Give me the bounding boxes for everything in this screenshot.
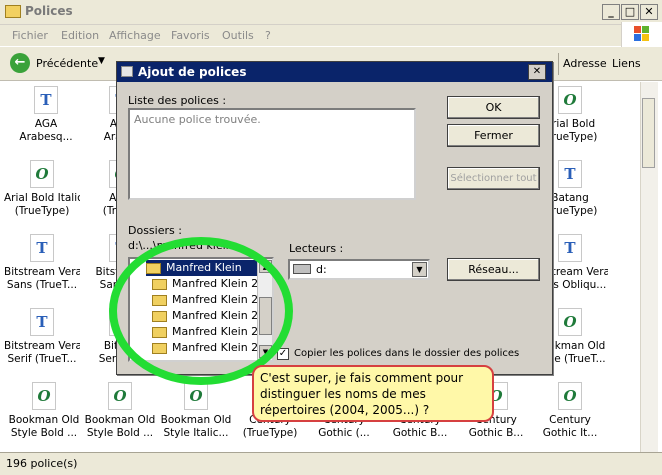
- menu-outils[interactable]: Outils: [222, 29, 254, 42]
- font-file-label: Arial Bold Italic (TrueType): [4, 192, 80, 217]
- font-file-item[interactable]: T AGA Arabesq...: [8, 86, 84, 144]
- opentype-font-icon: O: [32, 382, 56, 410]
- dialog-title-bar: Ajout de polices ✕: [117, 62, 552, 82]
- folders-label: Dossiers :: [128, 224, 182, 237]
- menu-bar: Fichier Edition Affichage Favoris Outils…: [0, 25, 662, 46]
- network-button[interactable]: Réseau...: [447, 258, 540, 281]
- folder-tree-thumb[interactable]: [259, 297, 272, 335]
- callout-note: C'est super, je fais comment pour distin…: [252, 365, 494, 422]
- folder-item[interactable]: Manfred Klein 200: [152, 324, 272, 340]
- copy-fonts-label: Copier les polices dans le dossier des p…: [294, 348, 520, 359]
- folder-icon: [152, 342, 167, 354]
- menu-fichier[interactable]: Fichier: [12, 29, 48, 42]
- back-button-label[interactable]: Précédente: [36, 57, 98, 70]
- font-file-item[interactable]: O Bookman Old Style Italic...: [158, 382, 234, 440]
- title-bar: Polices _ □ ✕: [0, 0, 662, 25]
- address-label: Adresse: [563, 57, 607, 70]
- opentype-font-icon: O: [108, 382, 132, 410]
- font-file-item[interactable]: O Arial Bold Italic (TrueType): [4, 160, 80, 218]
- opentype-font-icon: O: [30, 160, 54, 188]
- folder-icon: [152, 326, 167, 338]
- font-file-label: Bitstream Vera Sans (TrueT...: [4, 266, 80, 291]
- minimize-button[interactable]: _: [602, 4, 620, 20]
- windows-logo-icon: [621, 22, 662, 48]
- folder-item[interactable]: Manfred Klein 200: [152, 308, 272, 324]
- folder-icon: [152, 278, 167, 290]
- status-text: 196 police(s): [6, 457, 78, 470]
- fonts-list-label: Liste des polices :: [128, 94, 227, 107]
- chevron-down-icon[interactable]: ▼: [412, 262, 427, 277]
- dialog-icon: [121, 66, 133, 77]
- font-file-label: Bookman Old Style Bold ...: [8, 414, 80, 439]
- folder-item[interactable]: Manfred Klein 200: [152, 276, 272, 292]
- links-button[interactable]: Liens: [612, 57, 641, 70]
- toolbar-separator: [558, 53, 559, 75]
- font-file-label: Bookman Old Style Bold ...: [84, 414, 156, 439]
- close-button[interactable]: ✕: [640, 4, 658, 20]
- folder-item[interactable]: Manfred Klein 200: [152, 292, 272, 308]
- truetype-font-icon: T: [558, 234, 582, 262]
- menu-edition[interactable]: Edition: [61, 29, 99, 42]
- scroll-up-icon[interactable]: ▲: [259, 260, 272, 273]
- drive-value: d:: [316, 263, 327, 276]
- fermer-button[interactable]: Fermer: [447, 124, 540, 147]
- status-bar: 196 police(s): [0, 452, 662, 475]
- select-all-button[interactable]: Sélectionner tout: [447, 167, 540, 190]
- font-file-item[interactable]: O Century Gothic It...: [532, 382, 608, 440]
- current-path: d:\...\manfred klein: [128, 239, 233, 252]
- font-file-item[interactable]: O Bookman Old Style Bold ...: [6, 382, 82, 440]
- scrollbar-thumb[interactable]: [642, 98, 655, 168]
- folder-tree[interactable]: Manfred Klein Manfred Klein 200 Manfred …: [128, 257, 274, 362]
- drive-icon: [293, 264, 311, 274]
- ok-button[interactable]: OK: [447, 96, 540, 119]
- open-folder-icon: [146, 262, 161, 274]
- truetype-font-icon: T: [30, 308, 54, 336]
- folder-tree-scrollbar[interactable]: ▲ ▼: [257, 259, 272, 360]
- opentype-font-icon: O: [558, 382, 582, 410]
- menu-affichage[interactable]: Affichage: [109, 29, 161, 42]
- folder-item[interactable]: Manfred Klein: [146, 260, 258, 276]
- menu-help[interactable]: ?: [265, 29, 271, 42]
- folder-icon: [152, 294, 167, 306]
- font-file-item[interactable]: O Bookman Old Style Bold ...: [82, 382, 158, 440]
- truetype-font-icon: T: [558, 160, 582, 188]
- scroll-down-icon[interactable]: ▼: [259, 345, 272, 358]
- truetype-font-icon: T: [34, 86, 58, 114]
- window-title: Polices: [25, 4, 73, 18]
- menu-favoris[interactable]: Favoris: [171, 29, 210, 42]
- font-file-label: Bitstream Vera Serif (TrueT...: [4, 340, 80, 365]
- add-fonts-dialog: Ajout de polices ✕ Liste des polices : A…: [116, 61, 553, 375]
- drives-select[interactable]: d: ▼: [288, 259, 430, 280]
- dialog-close-icon[interactable]: ✕: [528, 64, 546, 80]
- font-file-label: Bookman Old Style Italic...: [160, 414, 232, 439]
- folder-item[interactable]: Manfred Klein 200: [152, 340, 272, 356]
- opentype-font-icon: O: [558, 86, 582, 114]
- fonts-list[interactable]: Aucune police trouvée.: [128, 108, 416, 200]
- copy-fonts-checkbox[interactable]: ✓: [277, 348, 289, 360]
- maximize-button[interactable]: □: [621, 4, 639, 20]
- opentype-font-icon: O: [184, 382, 208, 410]
- font-file-item[interactable]: T Bitstream Vera Serif (TrueT...: [4, 308, 80, 366]
- drives-label: Lecteurs :: [289, 242, 344, 255]
- folder-icon: [152, 310, 167, 322]
- back-arrow-icon[interactable]: ←: [10, 53, 30, 73]
- fonts-folder-icon: [5, 5, 21, 18]
- truetype-font-icon: T: [30, 234, 54, 262]
- font-file-label: AGA Arabesq...: [19, 118, 73, 143]
- opentype-font-icon: O: [558, 308, 582, 336]
- dialog-title: Ajout de polices: [138, 65, 247, 79]
- font-file-label: Century Gothic It...: [542, 414, 598, 439]
- font-file-item[interactable]: T Bitstream Vera Sans (TrueT...: [4, 234, 80, 292]
- fonts-list-empty-text: Aucune police trouvée.: [134, 113, 261, 126]
- back-dropdown-icon[interactable]: ▼: [98, 56, 105, 66]
